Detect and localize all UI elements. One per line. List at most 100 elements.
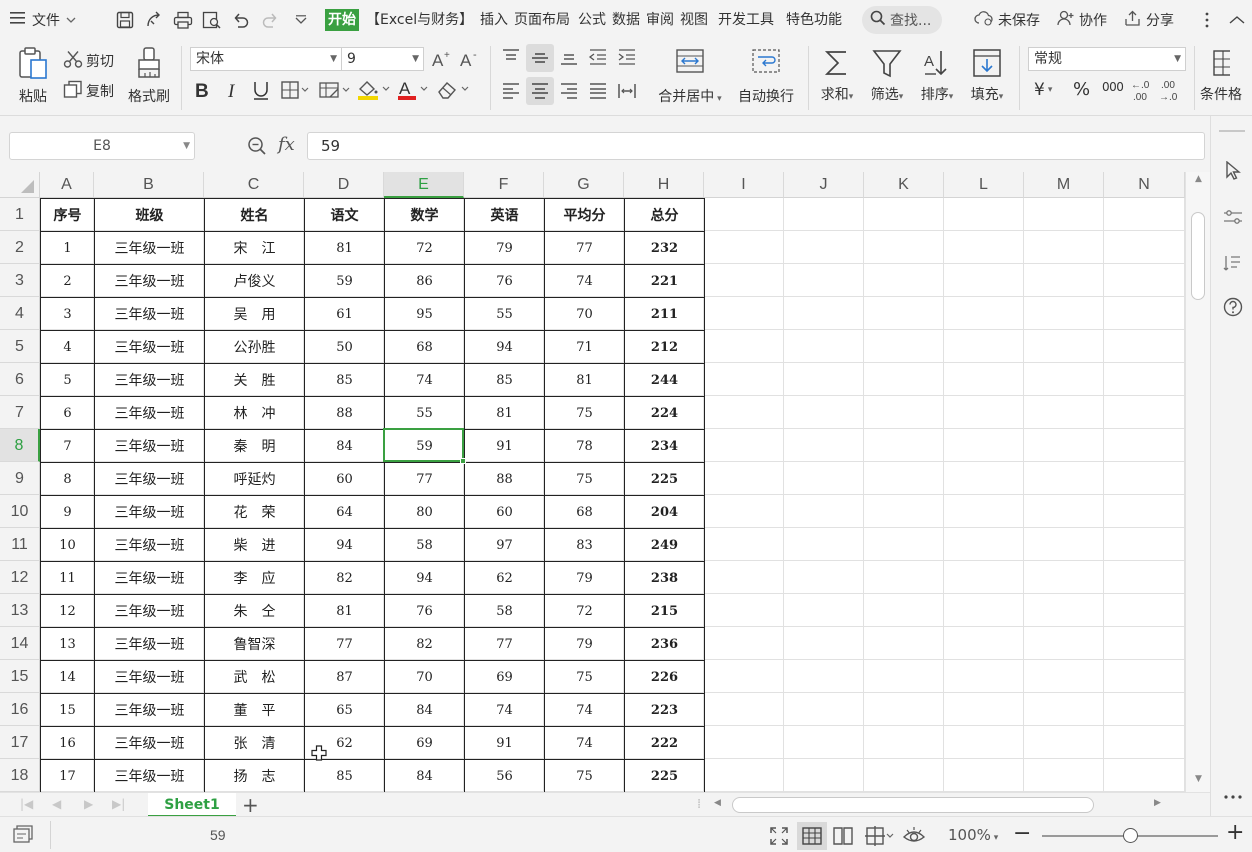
table-cell[interactable]: 55 — [384, 396, 465, 430]
table-cell[interactable]: 81 — [544, 363, 625, 397]
table-cell[interactable]: 225 — [624, 759, 705, 792]
table-cell[interactable]: 82 — [304, 561, 385, 595]
table-cell[interactable]: 79 — [544, 627, 625, 661]
table-cell[interactable]: 74 — [544, 264, 625, 298]
row-header-16[interactable]: 16 — [0, 693, 40, 726]
tab-splitter-icon[interactable]: ⁞ — [697, 797, 701, 812]
format-painter-button[interactable]: 格式刷 — [124, 46, 174, 106]
paste-button[interactable]: 粘贴 — [10, 46, 56, 106]
table-cell[interactable]: 公孙胜 — [204, 330, 305, 364]
tab-insert[interactable]: 插入 — [480, 9, 508, 31]
table-cell[interactable]: 12 — [40, 594, 95, 628]
table-cell[interactable]: 三年级一班 — [94, 495, 205, 529]
table-cell[interactable]: 三年级一班 — [94, 528, 205, 562]
table-header-cell[interactable]: 序号 — [40, 198, 95, 232]
decrease-indent-icon[interactable] — [587, 46, 609, 68]
table-cell[interactable]: 64 — [304, 495, 385, 529]
collaborate-button[interactable]: 协作 — [1057, 9, 1107, 31]
scroll-down-icon[interactable]: ▼ — [1186, 774, 1211, 784]
table-cell[interactable]: 88 — [304, 396, 385, 430]
table-cell[interactable]: 三年级一班 — [94, 363, 205, 397]
tab-page-layout[interactable]: 页面布局 — [514, 9, 570, 31]
column-header-k[interactable]: K — [864, 172, 944, 198]
row-header-14[interactable]: 14 — [0, 627, 40, 660]
table-cell[interactable]: 2 — [40, 264, 95, 298]
table-cell[interactable]: 75 — [544, 759, 625, 792]
wrap-text-button[interactable]: 自动换行 — [734, 48, 798, 106]
table-cell[interactable]: 74 — [544, 726, 625, 760]
increase-font-icon[interactable]: A + — [431, 48, 453, 70]
tab-data[interactable]: 数据 — [612, 9, 640, 31]
row-header-17[interactable]: 17 — [0, 726, 40, 759]
font-name-select[interactable]: 宋体 ▼ — [190, 47, 342, 71]
table-cell[interactable]: 75 — [544, 462, 625, 496]
column-header-l[interactable]: L — [944, 172, 1024, 198]
print-preview-icon[interactable] — [201, 9, 223, 31]
table-cell[interactable]: 呼延灼 — [204, 462, 305, 496]
underline-icon[interactable] — [250, 78, 272, 102]
fill-button[interactable]: 填充▾ — [964, 48, 1010, 104]
table-cell[interactable]: 三年级一班 — [94, 693, 205, 727]
table-cell[interactable]: 224 — [624, 396, 705, 430]
select-all-corner[interactable] — [0, 172, 40, 198]
macro-record-icon[interactable] — [12, 824, 36, 846]
filter-button[interactable]: 筛选▾ — [864, 48, 910, 104]
table-cell[interactable]: 50 — [304, 330, 385, 364]
table-cell[interactable]: 7 — [40, 429, 95, 463]
zoom-level-select[interactable]: 100% ▾ — [948, 826, 998, 844]
first-sheet-icon[interactable]: |◀ — [20, 797, 33, 811]
output-pdf-icon[interactable] — [143, 9, 165, 31]
tab-view[interactable]: 视图 — [680, 9, 708, 31]
zoom-slider-knob[interactable] — [1122, 828, 1138, 843]
table-cell[interactable]: 花 荣 — [204, 495, 305, 529]
row-header-11[interactable]: 11 — [0, 528, 40, 561]
table-cell[interactable]: 79 — [544, 561, 625, 595]
table-cell[interactable]: 宋 江 — [204, 231, 305, 265]
table-cell[interactable]: 三年级一班 — [94, 462, 205, 496]
table-cell[interactable]: 9 — [40, 495, 95, 529]
align-middle-icon[interactable] — [526, 44, 554, 72]
merge-center-button[interactable]: 合并居中 ▾ — [652, 48, 728, 106]
table-cell[interactable]: 94 — [464, 330, 545, 364]
page-layout-view-icon[interactable] — [832, 825, 854, 847]
table-cell[interactable]: 三年级一班 — [94, 627, 205, 661]
table-cell[interactable]: 249 — [624, 528, 705, 562]
last-sheet-icon[interactable]: ▶| — [112, 797, 125, 811]
row-header-2[interactable]: 2 — [0, 231, 40, 264]
table-cell[interactable]: 15 — [40, 693, 95, 727]
table-cell[interactable]: 211 — [624, 297, 705, 331]
table-cell[interactable]: 62 — [464, 561, 545, 595]
column-header-e[interactable]: E — [384, 172, 464, 198]
table-cell[interactable]: 三年级一班 — [94, 264, 205, 298]
table-header-cell[interactable]: 数学 — [384, 198, 465, 232]
vertical-scroll-thumb[interactable] — [1191, 212, 1205, 300]
table-header-cell[interactable]: 英语 — [464, 198, 545, 232]
table-header-cell[interactable]: 语文 — [304, 198, 385, 232]
table-cell[interactable]: 三年级一班 — [94, 330, 205, 364]
tab-excel-finance[interactable]: 【Excel与财务】 — [366, 9, 473, 31]
column-header-f[interactable]: F — [464, 172, 544, 198]
table-cell[interactable]: 60 — [464, 495, 545, 529]
currency-button[interactable]: ¥ ▾ — [1034, 80, 1052, 100]
save-icon[interactable] — [114, 9, 136, 31]
table-cell[interactable]: 60 — [304, 462, 385, 496]
conditional-format-button[interactable]: 条件格 — [1200, 48, 1252, 104]
row-header-13[interactable]: 13 — [0, 594, 40, 627]
column-header-m[interactable]: M — [1024, 172, 1104, 198]
zoom-formula-icon[interactable] — [247, 136, 267, 160]
table-header-cell[interactable]: 姓名 — [204, 198, 305, 232]
table-cell[interactable]: 张 清 — [204, 726, 305, 760]
row-header-4[interactable]: 4 — [0, 297, 40, 330]
table-cell[interactable]: 10 — [40, 528, 95, 562]
table-cell[interactable]: 85 — [464, 363, 545, 397]
justify-icon[interactable] — [587, 80, 609, 102]
table-cell[interactable]: 65 — [304, 693, 385, 727]
eye-protection-icon[interactable] — [902, 825, 926, 847]
table-header-cell[interactable]: 平均分 — [544, 198, 625, 232]
table-cell[interactable]: 244 — [624, 363, 705, 397]
table-cell[interactable]: 81 — [304, 594, 385, 628]
table-cell[interactable]: 李 应 — [204, 561, 305, 595]
row-header-6[interactable]: 6 — [0, 363, 40, 396]
row-header-5[interactable]: 5 — [0, 330, 40, 363]
spreadsheet-grid[interactable]: ABCDEFGHIJKLMN 1 2 3 4 5 6 7 8 9 10 11 12 13 14 15 16 17… — [0, 172, 1185, 792]
